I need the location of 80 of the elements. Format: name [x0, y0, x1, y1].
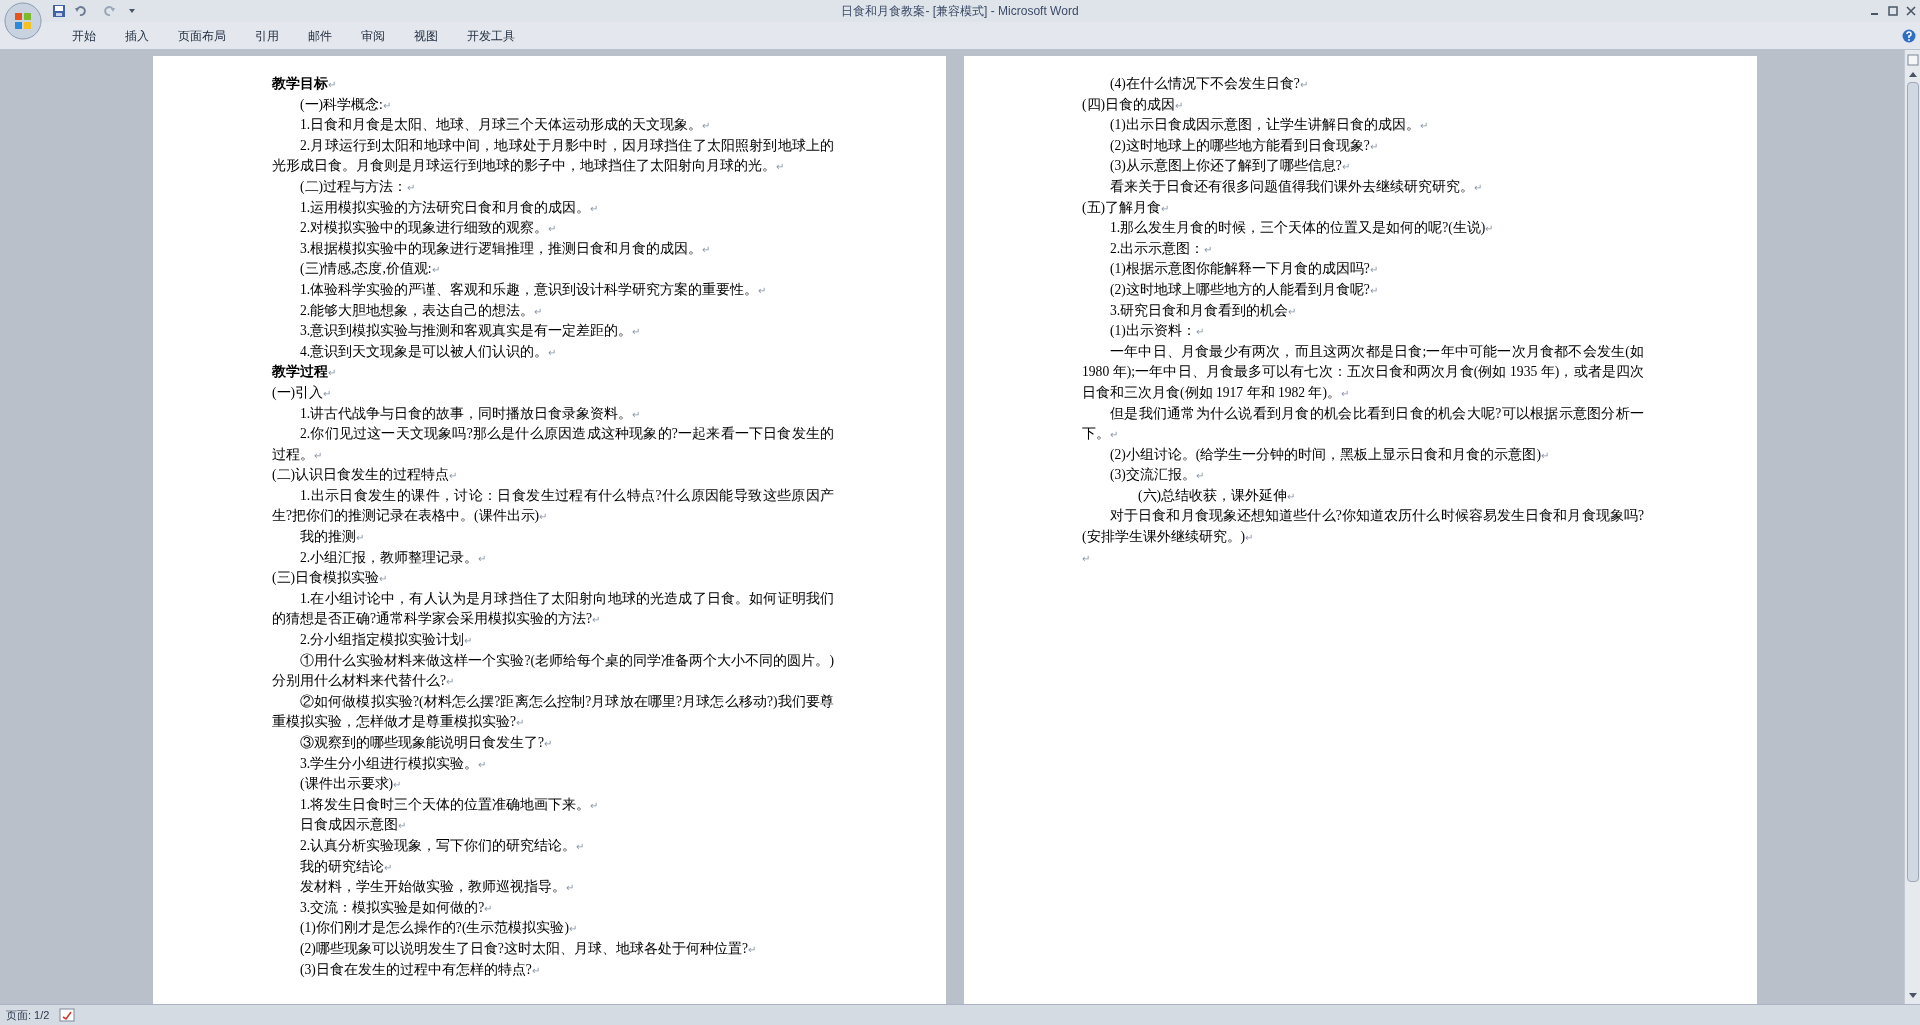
- undo-icon[interactable]: [74, 4, 88, 18]
- scroll-down-icon[interactable]: [1907, 990, 1918, 1000]
- save-icon[interactable]: [52, 4, 66, 18]
- ribbon-tab[interactable]: 审阅: [347, 23, 399, 48]
- dropdown-icon[interactable]: [128, 7, 136, 15]
- paragraph: 我的研究结论↵: [299, 857, 393, 876]
- paragraph: (五)了解月食↵: [1082, 198, 1171, 217]
- paragraph: 我的推测↵: [299, 528, 365, 547]
- paragraph: 4.意识到天文现象是可以被人们认识的。↵: [299, 342, 558, 361]
- paragraph: (1)根据示意图你能解释一下月食的成因吗?↵: [1109, 260, 1379, 279]
- paragraph: 2.能够大胆地想象，表达自己的想法。↵: [299, 301, 544, 320]
- ribbon-tab[interactable]: 邮件: [294, 23, 346, 48]
- paragraph: 看来关于日食还有很多问题值得我们课外去继续研究研究。↵: [1109, 177, 1483, 196]
- paragraph: (六)总结收获，课外延伸↵: [1137, 486, 1297, 505]
- paragraph: 2.出示示意图：↵: [1109, 239, 1214, 258]
- paragraph: 1.那么发生月食的时候，三个天体的位置又是如何的呢?(生说)↵: [1109, 219, 1495, 238]
- paragraph: 3.交流：模拟实验是如何做的?↵: [299, 898, 494, 917]
- scroll-up-icon[interactable]: [1907, 70, 1918, 80]
- ribbon-tab[interactable]: 开始: [58, 23, 110, 48]
- paragraph: (1)出示资料：↵: [1109, 322, 1205, 341]
- section-heading: 教学目标↵: [272, 75, 337, 93]
- paragraph: 3.研究日食和月食看到的机会↵: [1109, 301, 1298, 320]
- window-title: 日食和月食教案- [兼容模式] - Microsoft Word: [841, 3, 1079, 20]
- paragraph: ②如何做模拟实验?(材料怎么摆?距离怎么控制?月球放在哪里?月球怎么移动?)我们要尊重模拟实验，怎样做才是尊重模拟实验?↵: [272, 692, 834, 732]
- paragraph: 1.运用模拟实验的方法研究日食和月食的成因。↵: [299, 198, 600, 217]
- proofing-icon[interactable]: [59, 1008, 76, 1022]
- scroll-thumb[interactable]: [1906, 82, 1919, 882]
- paragraph: 2.你们见过这一天文现象吗?那么是什么原因造成这种现象的?一起来看一下日食发生的过程。↵: [272, 425, 834, 464]
- paragraph: 2.小组汇报，教师整理记录。↵: [299, 548, 488, 567]
- paragraph: (四)日食的成因↵: [1082, 95, 1185, 114]
- ribbon-tab[interactable]: 引用: [241, 23, 293, 48]
- page-count[interactable]: 页面: 1/2: [6, 1006, 50, 1024]
- help-icon[interactable]: [1902, 28, 1916, 43]
- vertical-scrollbar[interactable]: [1904, 50, 1920, 1004]
- paragraph: 1.在小组讨论中，有人认为是月球挡住了太阳射向地球的光造成了日食。如何证明我们的猜想是否正确?通常科学家会采用模拟实验的方法?↵: [272, 589, 834, 629]
- paragraph: 1.将发生日食时三个天体的位置准确地画下来。↵: [299, 795, 600, 814]
- maximize-icon[interactable]: [1888, 6, 1898, 16]
- paragraph: (二)认识日食发生的过程特点↵: [272, 466, 459, 485]
- close-icon[interactable]: [1906, 6, 1916, 16]
- paragraph: 3.学生分小组进行模拟实验。↵: [299, 754, 488, 773]
- ribbon-tab[interactable]: 插入: [111, 23, 163, 48]
- paragraph: (2)这时地球上哪些地方的人能看到月食呢?↵: [1109, 280, 1379, 299]
- paragraph: 2.认真分析实验现象，写下你们的研究结论。↵: [299, 836, 586, 855]
- paragraph: (二)过程与方法：↵: [299, 177, 417, 196]
- paragraph: (1)你们刚才是怎么操作的?(生示范模拟实验)↵: [299, 919, 578, 938]
- paragraph: 对于日食和月食现象还想知道些什么?你知道农历什么时候容易发生日食和月食现象吗?(安排学生课外继续研究。)↵: [1082, 507, 1644, 547]
- paragraph: (三)日食模拟实验↵: [272, 569, 389, 588]
- section-heading: 教学过程↵: [272, 363, 337, 382]
- paragraph: (4)在什么情况下不会发生日食?↵: [1109, 75, 1309, 93]
- paragraph: (1)出示日食成因示意图，让学生讲解日食的成因。↵: [1109, 116, 1429, 135]
- paragraph: (一)科学概念:↵: [299, 95, 392, 114]
- paragraph: 1.讲古代战争与日食的故事，同时播放日食录象资料。↵: [299, 404, 642, 423]
- paragraph: (一)引入↵: [272, 383, 333, 402]
- paragraph: 但是我们通常为什么说看到月食的机会比看到日食的机会大呢?可以根据示意图分析一下。↵: [1082, 404, 1644, 444]
- paragraph: ①用什么实验材料来做这样一个实验?(老师给每个桌的同学准备两个大小不同的圆片。)分别用什么材料来代替什么?↵: [272, 651, 834, 691]
- paragraph: 2.对模拟实验中的现象进行细致的观察。↵: [299, 219, 558, 238]
- ribbon-tab[interactable]: 视图: [400, 23, 452, 48]
- ribbon-tab[interactable]: 开发工具: [453, 23, 529, 48]
- paragraph: (三)情感,态度,价值观:↵: [299, 260, 441, 279]
- paragraph: 1.出示日食发生的课件，讨论：日食发生过程有什么特点?什么原因能导致这些原因产生?把你们的推测记录在表格中。(课件出示)↵: [272, 486, 834, 526]
- ribbon-tab[interactable]: 页面布局: [164, 23, 240, 48]
- paragraph: (3)日食在发生的过程中有怎样的特点?↵: [299, 960, 541, 979]
- paragraph: 1.体验科学实验的严谨、客观和乐趣，意识到设计科学研究方案的重要性。↵: [299, 280, 768, 299]
- paragraph-mark: ↵: [1082, 551, 1091, 566]
- paragraph: (3)从示意图上你还了解到了哪些信息?↵: [1109, 157, 1351, 176]
- paragraph: 日食成因示意图↵: [299, 816, 407, 835]
- paragraph: ③观察到的哪些现象能说明日食发生了?↵: [299, 734, 554, 752]
- paragraph: (2)小组讨论。(给学生一分钟的时间，黑板上显示日食和月食的示意图)↵: [1109, 445, 1550, 464]
- paragraph: (2)这时地球上的哪些地方能看到日食现象?↵: [1109, 136, 1379, 155]
- ruler-toggle-icon[interactable]: [1906, 54, 1919, 66]
- paragraph: (3)交流汇报。↵: [1109, 466, 1205, 485]
- paragraph: 3.根据模拟实验中的现象进行逻辑推理，推测日食和月食的成因。↵: [299, 239, 712, 258]
- paragraph: 2.分小组指定模拟实验计划↵: [299, 631, 474, 650]
- paragraph: 发材料，学生开始做实验，教师巡视指导。↵: [299, 878, 575, 897]
- paragraph: 1.日食和月食是太阳、地球、月球三个天体运动形成的天文现象。↵: [299, 116, 712, 135]
- paragraph: 3.意识到模拟实验与推测和客观真实是有一定差距的。↵: [299, 322, 642, 341]
- paragraph: (课件出示要求)↵: [299, 775, 403, 794]
- paragraph: 一年中日、月食最少有两次，而且这两次都是日食;一年中可能一次月食都不会发生(如1980 年);一年中日、月食最多可以有七次：五次日食和两次月食(例如 1935 年)，或者是四次日食和三次月食(例如 1917 年和 1982 年)。↵: [1082, 342, 1644, 402]
- paragraph: (2)哪些现象可以说明发生了日食?这时太阳、月球、地球各处于何种位置?↵: [299, 939, 757, 958]
- paragraph: 2.月球运行到太阳和地球中间，地球处于月影中时，因月球挡住了太阳照射到地球上的光形成日食。月食则是月球运行到地球的影子中，地球挡住了太阳射向月球的光。↵: [272, 136, 834, 176]
